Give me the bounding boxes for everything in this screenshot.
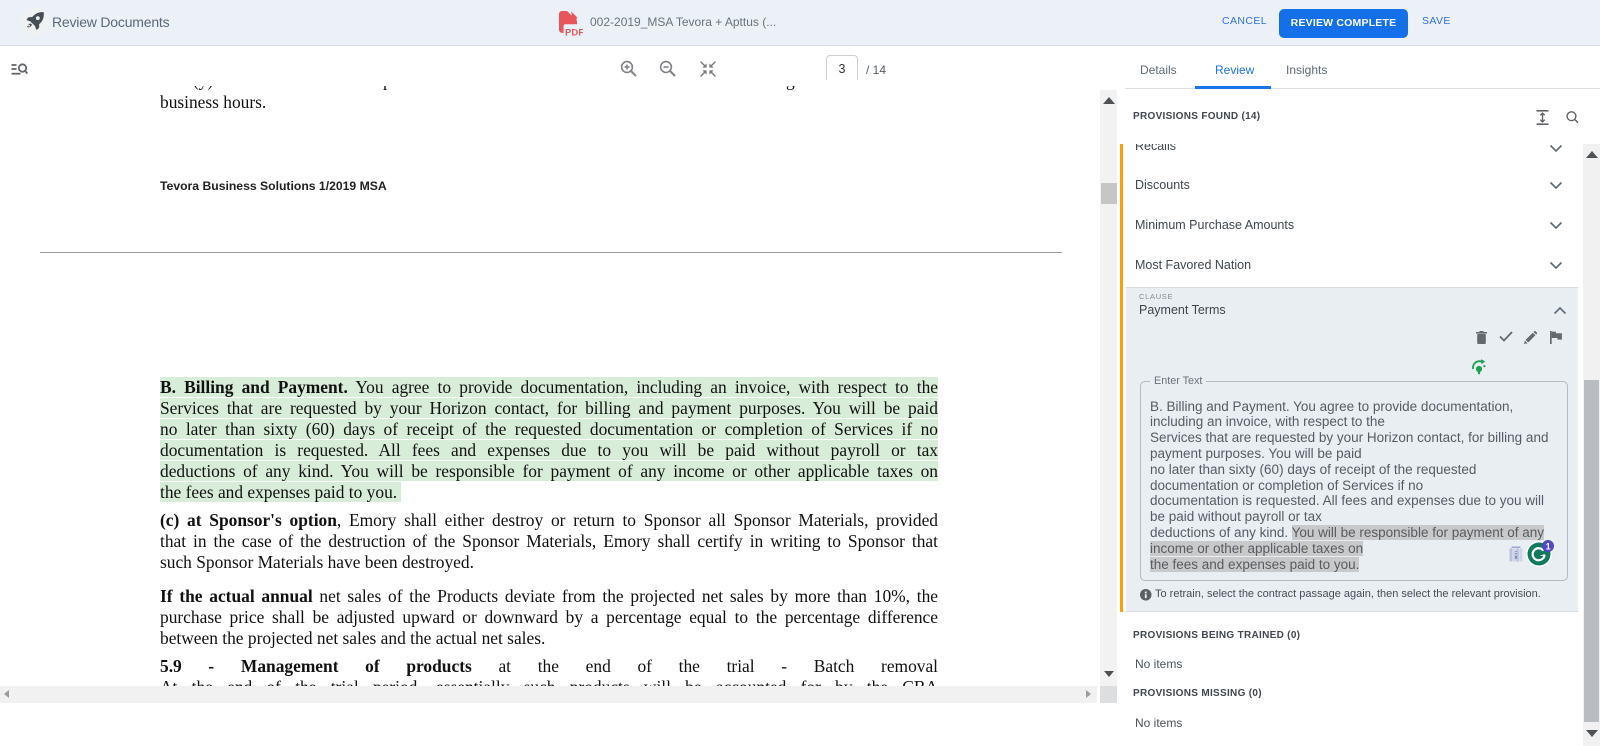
svg-text:PDF: PDF [565,28,583,37]
svg-text:1: 1 [1546,541,1551,551]
